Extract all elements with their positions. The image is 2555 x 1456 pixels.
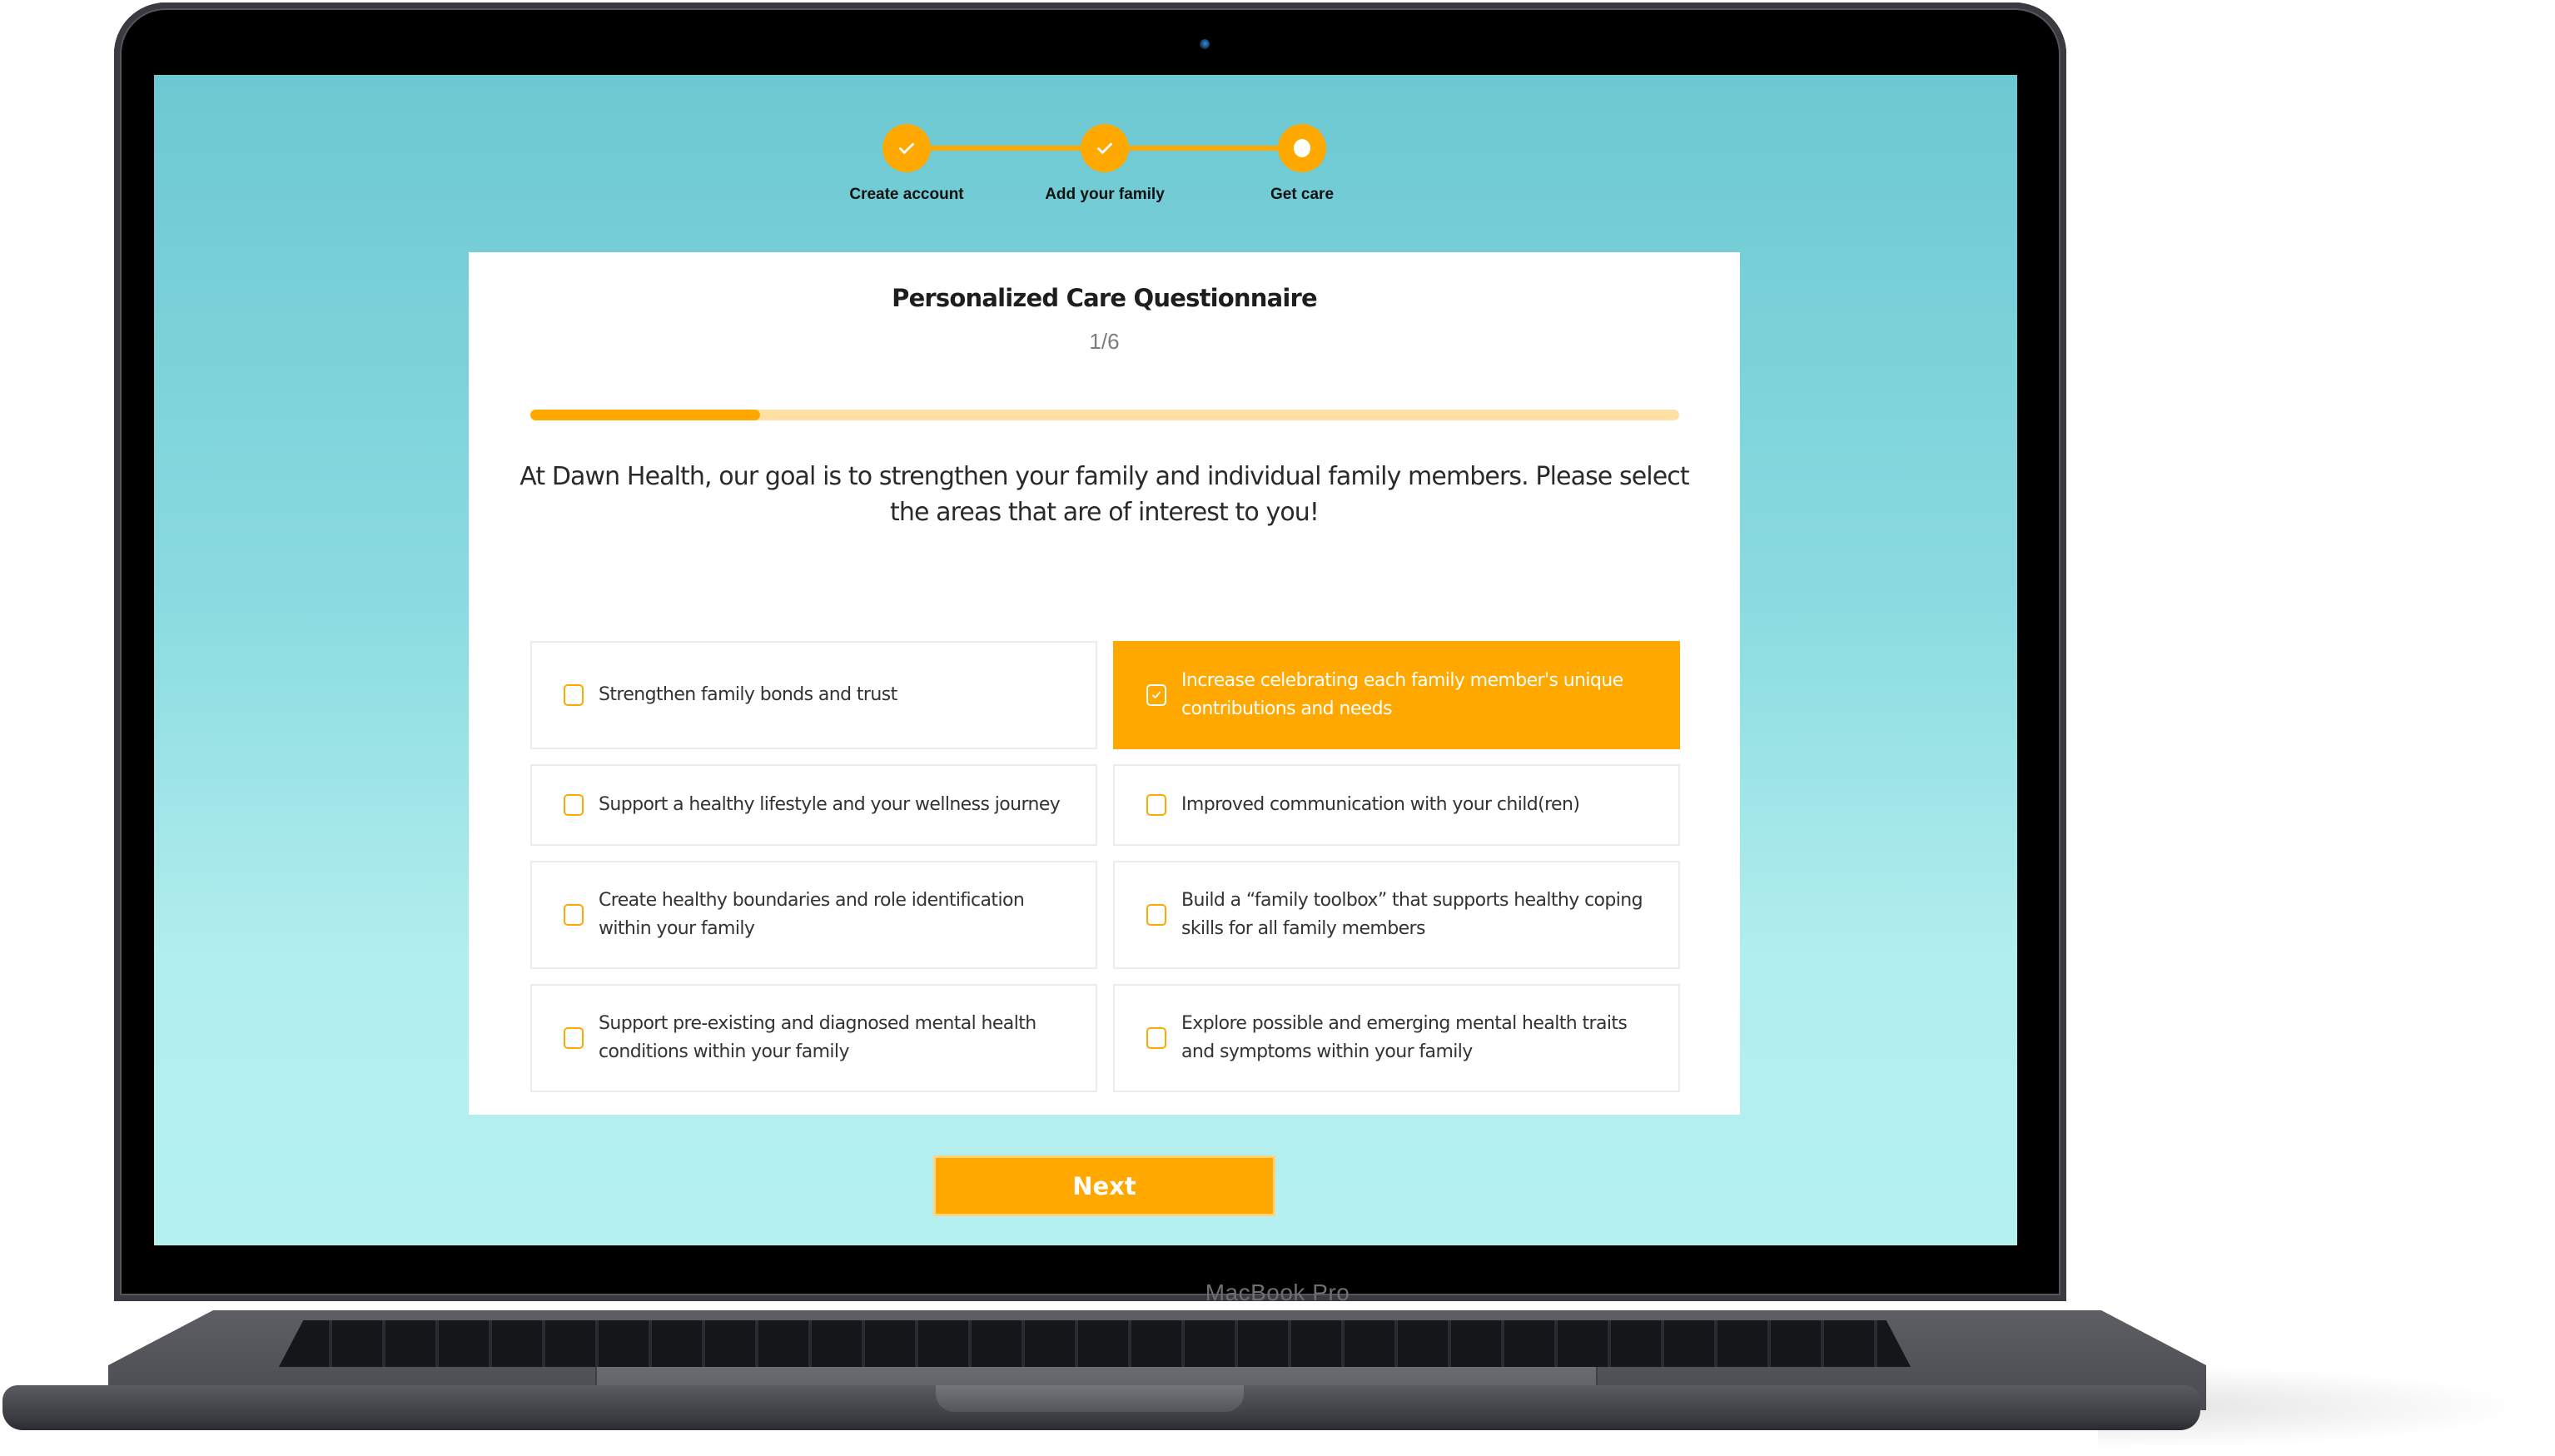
checkbox-icon[interactable] [564,794,584,816]
step-label: Get care [1270,186,1335,203]
stepper-connector [907,146,1106,151]
option-label: Support pre-existing and diagnosed menta… [599,1013,1036,1062]
option-label: Strengthen family bonds and trust [599,684,897,705]
stepper-connector [1105,146,1302,151]
questionnaire-progress-bar [530,410,1679,420]
questionnaire-title: Personalized Care Questionnaire [892,284,1318,312]
option-card[interactable]: Support a healthy lifestyle and your wel… [530,764,1097,846]
laptop-notch [936,1385,1244,1412]
checkbox-icon[interactable] [1146,904,1166,926]
option-label: Build a “family toolbox” that supports h… [1181,890,1643,939]
option-label: Create healthy boundaries and role ident… [599,890,1025,939]
option-label: Support a healthy lifestyle and your wel… [599,794,1061,815]
checkbox-icon[interactable] [1146,684,1166,706]
check-icon [899,142,914,154]
step-label: Add your family [1045,186,1165,203]
checkbox-icon[interactable] [564,904,584,926]
option-card[interactable]: Explore possible and emerging mental hea… [1113,984,1680,1092]
step-label: Create account [849,186,964,203]
checkbox-icon[interactable] [1146,1027,1166,1049]
option-card[interactable]: Strengthen family bonds and trust [530,641,1097,749]
keyboard [279,1320,1911,1367]
device-brand-label: MacBook Pro [1205,1280,1350,1305]
screen: Create account Add your family Get care … [154,75,2017,1245]
checkbox-icon[interactable] [1146,794,1166,816]
check-icon [1097,142,1112,154]
check-icon [1152,691,1161,699]
progress-stepper: Create account Add your family Get care [154,75,2017,241]
option-label: Explore possible and emerging mental hea… [1181,1013,1628,1062]
option-card[interactable]: Improved communication with your child(r… [1113,764,1680,846]
next-button[interactable]: Next [933,1155,1275,1216]
question-counter: 1/6 [1089,329,1120,354]
option-card[interactable]: Build a “family toolbox” that supports h… [1113,861,1680,969]
step-create-account [882,124,931,172]
checkbox-icon[interactable] [564,684,584,706]
camera-icon [1200,39,1210,49]
checkbox-icon[interactable] [564,1027,584,1049]
option-label: Improved communication with your child(r… [1181,794,1580,815]
option-card[interactable]: Support pre-existing and diagnosed menta… [530,984,1097,1092]
option-card[interactable]: Increase celebrating each family member'… [1113,641,1680,749]
step-add-your-family [1081,124,1129,172]
questionnaire-card: Personalized Care Questionnaire 1/6 At D… [469,252,1740,1115]
option-card[interactable]: Create healthy boundaries and role ident… [530,861,1097,969]
question-text: At Dawn Health, our goal is to strengthe… [519,462,1689,527]
progress-fill [530,410,760,420]
step-get-care [1278,124,1326,172]
current-step-dot-icon [1294,139,1310,157]
option-label: Increase celebrating each family member'… [1181,670,1623,719]
